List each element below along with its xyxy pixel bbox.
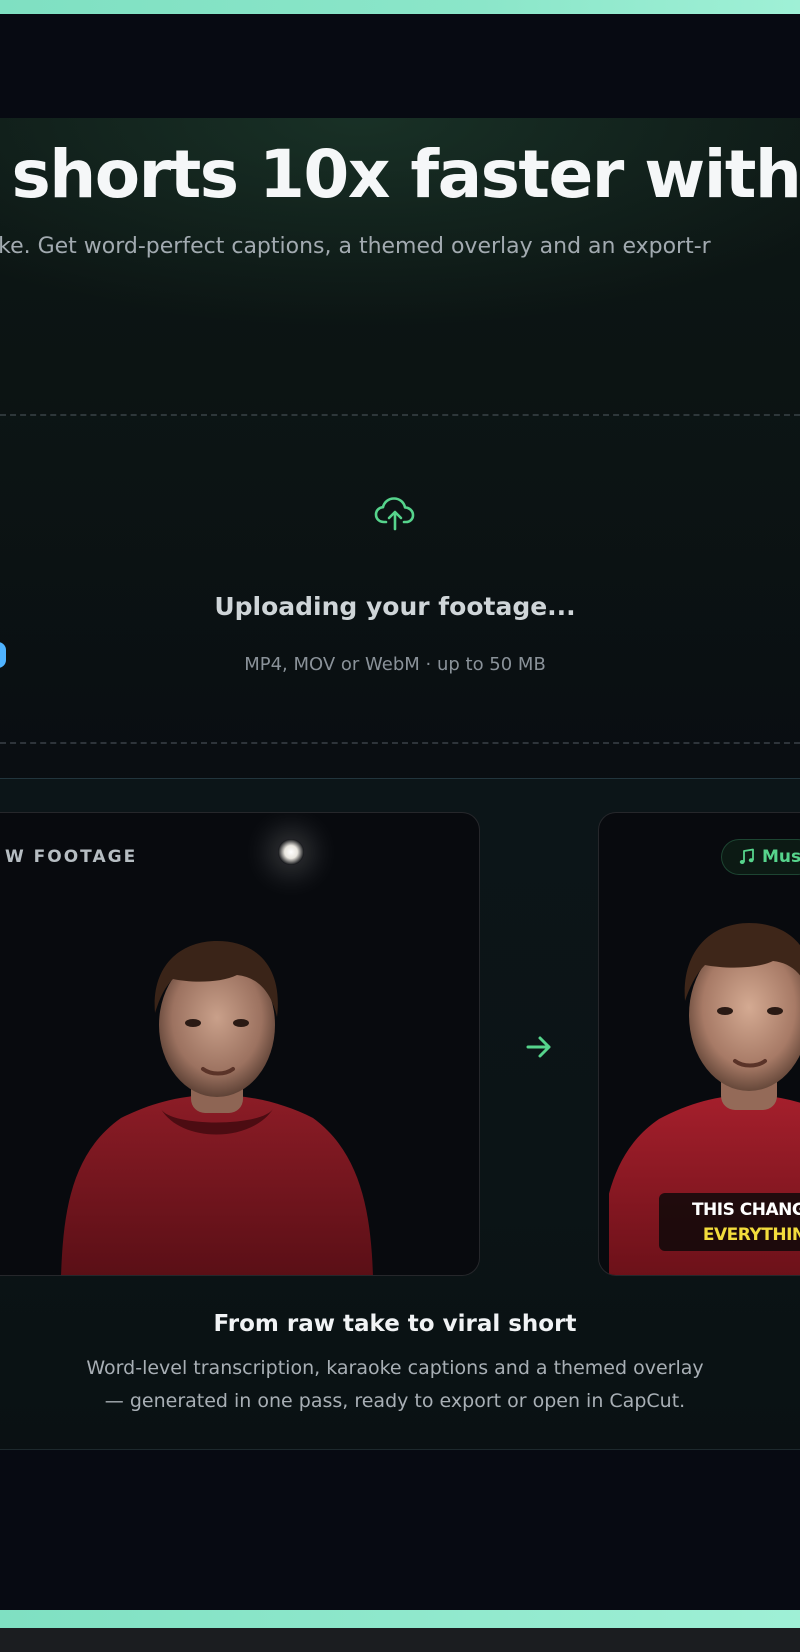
arrow-right-icon <box>524 1032 554 1062</box>
upload-zone-bottom-border <box>0 742 800 744</box>
raw-footage-card: W FOOTAGE <box>0 812 480 1276</box>
preview-description-line-1: Word-level transcription, karaoke captio… <box>86 1357 704 1379</box>
upload-status-title: Uploading your footage... <box>214 592 576 621</box>
upload-dropzone[interactable] <box>0 416 800 742</box>
bottom-edge-strip <box>0 1628 800 1652</box>
styled-short-card: Mus THIS CHANGED EVERYTHING <box>598 812 800 1276</box>
cloud-upload-icon <box>374 496 418 532</box>
top-header-area <box>0 14 800 118</box>
hero-headline: t shorts 10x faster with <box>0 136 800 213</box>
raw-footage-label: W FOOTAGE <box>5 847 138 867</box>
preview-description-line-2: — generated in one pass, ready to export… <box>104 1390 686 1412</box>
music-badge: Mus <box>721 839 800 875</box>
music-badge-label: Mus <box>762 847 800 867</box>
karaoke-caption-overlay: THIS CHANGED EVERYTHING <box>659 1193 800 1251</box>
footer-area <box>0 1450 800 1610</box>
preview-description: Word-level transcription, karaoke captio… <box>0 1352 790 1418</box>
music-note-icon <box>739 848 754 864</box>
caption-line-1: THIS CHANGED <box>691 1200 800 1220</box>
preview-title: From raw take to viral short <box>213 1311 577 1337</box>
hero-subtitle: take. Get word-perfect captions, a theme… <box>0 234 711 259</box>
raw-footage-person-image <box>61 941 373 1275</box>
studio-light <box>278 839 304 865</box>
bottom-accent-bar <box>0 1610 800 1628</box>
caption-line-2-highlighted: EVERYTHING <box>702 1225 800 1245</box>
upload-format-hint: MP4, MOV or WebM · up to 50 MB <box>244 654 546 675</box>
top-accent-bar <box>0 0 800 14</box>
